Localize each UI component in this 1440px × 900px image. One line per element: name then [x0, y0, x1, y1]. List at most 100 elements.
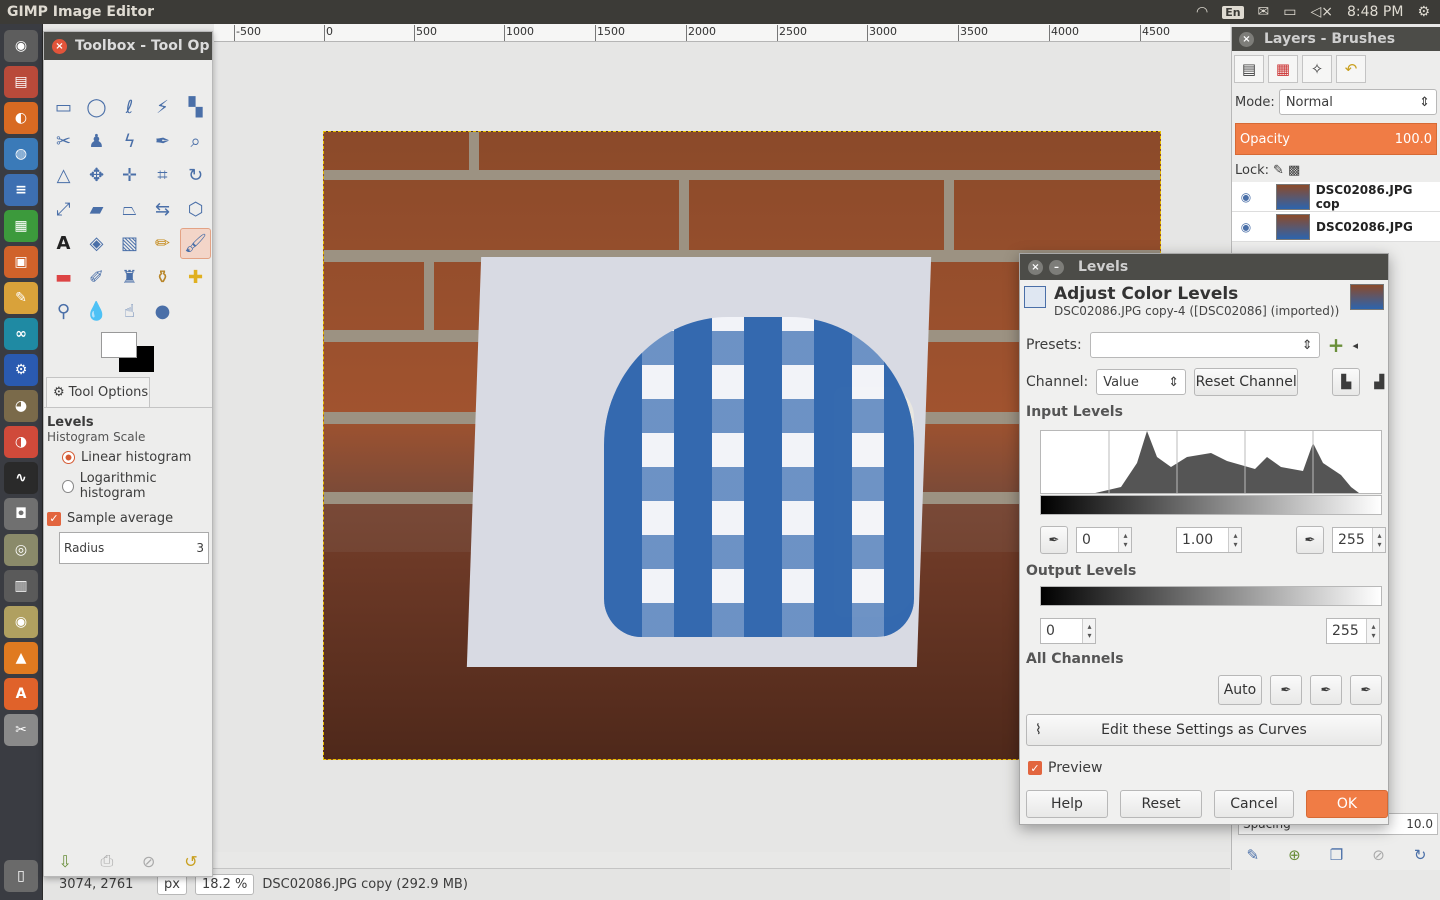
log-histogram-option[interactable]: Logarithmic histogram: [47, 471, 209, 501]
reset-options-icon[interactable]: ↺: [184, 852, 197, 871]
tab-tool-options[interactable]: ⚙ Tool Options: [46, 377, 150, 407]
linear-histogram-icon[interactable]: ▙: [1332, 368, 1361, 396]
save-options-icon[interactable]: ⇩: [58, 852, 71, 871]
channel-dropdown[interactable]: Value ⇕: [1096, 369, 1187, 395]
trash-icon[interactable]: ▯: [4, 860, 38, 892]
blur-tool-icon[interactable]: 💧: [81, 296, 112, 327]
paths-tool-icon[interactable]: ϟ: [114, 126, 145, 157]
impress-icon[interactable]: ▣: [4, 246, 38, 278]
output-high-spinner[interactable]: 255: [1326, 618, 1380, 644]
add-preset-icon[interactable]: +: [1328, 333, 1345, 357]
lasso-tool-icon[interactable]: ℓ: [114, 92, 145, 123]
zoom-selector[interactable]: 18.2 %: [194, 874, 255, 895]
notes-icon[interactable]: ✎: [4, 282, 38, 314]
scanner-icon[interactable]: ◎: [4, 534, 38, 566]
dash-icon[interactable]: ◉: [4, 30, 38, 62]
dock-titlebar[interactable]: × Layers - Brushes: [1232, 27, 1440, 51]
move-tool-icon[interactable]: ✥: [81, 160, 112, 191]
layer-row[interactable]: ◉ DSC02086.JPG cop: [1232, 182, 1440, 212]
duplicate-brush-icon[interactable]: ❐: [1330, 846, 1343, 864]
dodge-burn-tool-icon[interactable]: ●: [147, 296, 178, 327]
paintbrush-tool-icon[interactable]: 🖌: [180, 228, 211, 259]
layer-row[interactable]: ◉ DSC02086.JPG: [1232, 212, 1440, 242]
input-low-spinner[interactable]: 0: [1076, 527, 1132, 553]
pick-white-icon[interactable]: ✒: [1350, 675, 1382, 705]
tab-channels[interactable]: ▦: [1268, 55, 1298, 83]
tab-layers[interactable]: ▤: [1234, 55, 1264, 83]
toolbox-titlebar[interactable]: × Toolbox - Tool Op: [44, 32, 212, 60]
clone-tool-icon[interactable]: ⚱: [147, 262, 178, 293]
gimp-icon[interactable]: ◕: [4, 390, 38, 422]
preview-checkbox[interactable]: ✓: [1028, 761, 1042, 775]
calculator-icon[interactable]: ▥: [4, 570, 38, 602]
reset-channel-button[interactable]: Reset Channel: [1194, 368, 1299, 396]
lock-alpha-icon[interactable]: ▩: [1288, 163, 1300, 178]
cancel-button[interactable]: Cancel: [1214, 790, 1294, 818]
fuzzy-select-tool-icon[interactable]: ⚡: [147, 92, 178, 123]
eye-icon[interactable]: ◉: [1232, 190, 1260, 204]
scissors-tool-icon[interactable]: ✂: [48, 126, 79, 157]
arduino-icon[interactable]: ∞: [4, 318, 38, 350]
wifi-icon[interactable]: ◠: [1196, 4, 1208, 20]
keyboard-indicator[interactable]: En: [1222, 5, 1244, 19]
preview-option[interactable]: ✓ Preview: [1028, 760, 1103, 776]
align-tool-icon[interactable]: ✛: [114, 160, 145, 191]
tab-undo[interactable]: ↶: [1336, 55, 1366, 83]
input-gamma-spinner[interactable]: 1.00: [1176, 527, 1242, 553]
writer-icon[interactable]: ≡: [4, 174, 38, 206]
black-point-picker-icon[interactable]: ✒: [1040, 526, 1068, 554]
input-high-spinner[interactable]: 255: [1332, 527, 1386, 553]
eye-icon[interactable]: ◉: [1232, 220, 1260, 234]
clock[interactable]: 8:48 PM: [1347, 4, 1403, 20]
minimize-icon[interactable]: –: [1049, 259, 1064, 275]
mode-dropdown[interactable]: Normal ⇕: [1278, 89, 1437, 115]
scale-tool-icon[interactable]: ⤢: [48, 194, 79, 225]
tools-icon[interactable]: ✂: [4, 714, 38, 746]
foreground-color[interactable]: [101, 332, 137, 358]
battery-icon[interactable]: ▭: [1283, 4, 1296, 20]
perspective-tool-icon[interactable]: ⏢: [114, 194, 145, 225]
browser-icon[interactable]: ◍: [4, 138, 38, 170]
unit-selector[interactable]: px: [157, 874, 187, 895]
output-gradient[interactable]: [1040, 586, 1382, 606]
pencil-tool-icon[interactable]: ✏: [147, 228, 178, 259]
settings-gear-icon[interactable]: ⚙: [1417, 4, 1430, 20]
color-select-tool-icon[interactable]: ▚: [180, 92, 211, 123]
software-center-icon[interactable]: A: [4, 678, 38, 710]
white-point-picker-icon[interactable]: ✒: [1296, 526, 1324, 554]
linear-histogram-option[interactable]: Linear histogram: [47, 450, 209, 465]
delete-brush-icon[interactable]: ⊘: [1372, 846, 1385, 864]
rect-select-tool-icon[interactable]: ▭: [48, 92, 79, 123]
volume-icon[interactable]: ◁×: [1311, 4, 1334, 20]
eraser-tool-icon[interactable]: ▬: [48, 262, 79, 293]
ink-tool-icon[interactable]: ♜: [114, 262, 145, 293]
bucket-fill-tool-icon[interactable]: ◈: [81, 228, 112, 259]
restore-options-icon[interactable]: ⎙: [101, 851, 114, 871]
edit-as-curves-button[interactable]: ⌇ Edit these Settings as Curves: [1026, 714, 1382, 746]
ellipse-select-tool-icon[interactable]: ◯: [81, 92, 112, 123]
flip-tool-icon[interactable]: ⇆: [147, 194, 178, 225]
sample-average-checkbox[interactable]: ✓: [47, 511, 61, 526]
files-icon[interactable]: ▤: [4, 66, 38, 98]
heal-tool-icon[interactable]: ✚: [180, 262, 211, 293]
measure-tool-icon[interactable]: △: [48, 160, 79, 191]
output-low-spinner[interactable]: 0: [1040, 618, 1096, 644]
color-picker-tool-icon[interactable]: ✒: [147, 126, 178, 157]
auto-button[interactable]: Auto: [1218, 675, 1262, 705]
close-icon[interactable]: ×: [52, 38, 67, 54]
ok-button[interactable]: OK: [1306, 790, 1388, 818]
smudge-tool-icon[interactable]: ☝: [114, 296, 145, 327]
calc-icon[interactable]: ▦: [4, 210, 38, 242]
edit-brush-icon[interactable]: ✎: [1247, 846, 1260, 864]
perspective-clone-tool-icon[interactable]: ⚲: [48, 296, 79, 327]
vlc-icon[interactable]: ▲: [4, 642, 38, 674]
levels-titlebar[interactable]: × – Levels: [1020, 254, 1388, 280]
close-icon[interactable]: ×: [1239, 31, 1254, 47]
chrome-icon[interactable]: ◑: [4, 426, 38, 458]
radius-spinner[interactable]: Radius 3: [59, 532, 209, 564]
close-icon[interactable]: ×: [1028, 259, 1043, 275]
shear-tool-icon[interactable]: ▰: [81, 194, 112, 225]
airbrush-tool-icon[interactable]: ✐: [81, 262, 112, 293]
delete-options-icon[interactable]: ⊘: [142, 852, 155, 871]
new-brush-icon[interactable]: ⊕: [1288, 846, 1301, 864]
